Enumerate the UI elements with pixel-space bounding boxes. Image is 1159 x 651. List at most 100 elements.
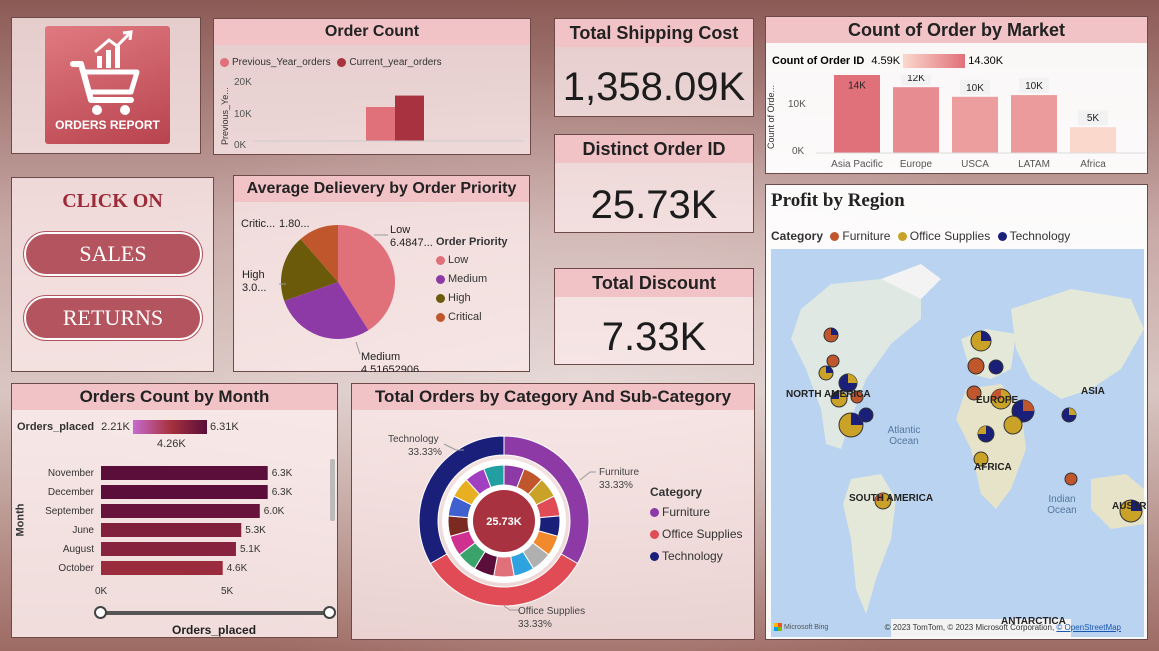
month-bar-june	[101, 523, 242, 537]
category-legend-title: Category	[650, 485, 703, 499]
logo-label: ORDERS REPORT	[55, 118, 160, 132]
region-panel: Profit by Region Category Furniture Offi…	[765, 184, 1148, 640]
market-ylabel: Count of Orde...	[766, 84, 776, 149]
month-tick-5k: 5K	[221, 586, 234, 597]
total-discount-title: Total Discount	[555, 269, 753, 297]
slider-handle-left[interactable]	[94, 606, 107, 619]
bing-label: Microsoft Bing	[783, 623, 829, 631]
priority-label-name: Medium	[361, 351, 400, 363]
month-category-label: August	[63, 544, 94, 555]
month-bar-october	[101, 561, 223, 575]
region-legend-title: Category	[771, 229, 824, 243]
bing-logo: Microsoft Bing	[774, 623, 828, 631]
market-gradient-label: Count of Order ID	[772, 54, 865, 67]
month-data-label: 5.1K	[240, 544, 261, 555]
legend-furniture: Furniture	[842, 229, 891, 243]
furniture-name: Furniture	[599, 467, 640, 478]
category-title: Total Orders by Category And Sub-Categor…	[352, 384, 754, 410]
market-data-label: 12K	[907, 75, 925, 84]
market-tick-10k: 10K	[788, 99, 806, 110]
market-category-label: Europe	[900, 159, 933, 170]
priority-label-name: High	[242, 269, 265, 281]
market-gradient-bar	[903, 54, 966, 68]
sales-button[interactable]: SALES	[24, 232, 202, 276]
order-count-tick-10k: 10K	[234, 109, 252, 120]
month-gradient-mid: 4.26K	[157, 438, 186, 450]
priority-label-value: 4.51652906...	[361, 364, 428, 372]
market-data-label: 10K	[1025, 81, 1043, 92]
category-label-furniture: Furniture 33.33%	[599, 466, 639, 492]
label-australia: AUSTR	[1112, 501, 1147, 512]
month-xlabel: Orders_placed	[172, 623, 257, 637]
furniture-pct: 33.33%	[599, 480, 633, 491]
month-data-label: 4.6K	[227, 563, 248, 574]
order-count-title: Order Count	[214, 19, 530, 45]
month-data-label: 6.3K	[272, 468, 293, 479]
map-attribution: © 2023 TomTom, © 2023 Microsoft Corporat…	[885, 623, 1121, 632]
legend-office-supplies: Office Supplies	[909, 229, 991, 243]
market-panel: Count of Order by Market Count of Order …	[765, 16, 1148, 174]
priority-legend: Order Priority Low Medium High Critical	[436, 236, 508, 323]
priority-label-value: 3.0...	[242, 282, 266, 294]
legend-current-year: Current_year_orders	[349, 57, 442, 68]
order-count-panel: Order Count Previous_Year_orders Current…	[213, 18, 531, 155]
market-bar-latam	[1011, 95, 1057, 153]
category-leader-line	[579, 471, 596, 481]
nav-panel: CLICK ON SALES RETURNS	[11, 177, 214, 372]
month-gradient-bar	[132, 420, 207, 434]
month-category-label: June	[72, 525, 94, 536]
month-chart: November 6.3K December 6.3K September 6.0K Jun…	[45, 466, 293, 575]
market-category-label: Africa	[1080, 159, 1106, 170]
distinct-order-card: Distinct Order ID 25.73K	[554, 134, 754, 233]
world-map[interactable]	[771, 249, 1144, 637]
logo-panel: ORDERS REPORT	[11, 17, 201, 154]
label-indian: Indian Ocean	[1047, 494, 1077, 516]
market-tick-0k: 0K	[792, 146, 805, 157]
distinct-order-title: Distinct Order ID	[555, 135, 753, 163]
priority-title: Average Delievery by Order Priority	[234, 176, 529, 202]
legend-medium: Medium	[448, 273, 488, 285]
market-gradient-max: 14.30K	[968, 54, 1004, 67]
priority-label-name: Low	[390, 224, 410, 236]
legend-low: Low	[448, 254, 469, 266]
market-title: Count of Order by Market	[766, 17, 1147, 43]
order-count-chart	[254, 95, 524, 142]
month-scrollbar[interactable]	[330, 459, 335, 521]
legend-previous-year: Previous_Year_orders	[232, 57, 331, 68]
order-count-tick-20k: 20K	[234, 77, 252, 88]
total-discount-card: Total Discount 7.33K	[554, 268, 754, 365]
market-category-label: LATAM	[1018, 159, 1050, 170]
attribution-text: © 2023 TomTom, © 2023 Microsoft Corporat…	[884, 623, 1055, 632]
returns-button[interactable]: RETURNS	[24, 296, 202, 340]
region-legend: Category Furniture Office Supplies Techn…	[771, 229, 1070, 243]
office-pct: 33.33%	[518, 619, 552, 630]
category-label-office: Office Supplies 33.33%	[518, 605, 585, 631]
priority-label-name: Critic...	[241, 218, 275, 230]
market-category-label: Asia Pacific	[831, 159, 883, 170]
label-europe: EUROPE	[976, 395, 1019, 406]
cat-legend-office: Office Supplies	[662, 527, 743, 541]
month-category-label: December	[48, 487, 95, 498]
month-tick-0k: 0K	[95, 586, 108, 597]
month-title: Orders Count by Month	[12, 384, 337, 410]
priority-panel: Average Delievery by Order Priority Low 6…	[233, 175, 530, 372]
month-gradient-min: 2.21K	[101, 420, 130, 433]
month-gradient-label: Orders_placed	[17, 420, 95, 433]
category-legend: Category Furniture Office Supplies Techn…	[650, 485, 743, 563]
label-africa: AFRICA	[974, 462, 1012, 473]
logo-tile[interactable]: ORDERS REPORT	[45, 26, 170, 144]
nav-title: CLICK ON	[62, 190, 163, 212]
cat-legend-technology: Technology	[662, 549, 723, 563]
order-count-ylabel: Previous_Ye...	[220, 87, 230, 145]
openstreetmap-link[interactable]: © OpenStreetMap	[1056, 623, 1121, 632]
market-bar-africa	[1070, 127, 1116, 153]
month-range-slider[interactable]	[94, 606, 336, 619]
month-gradient-max: 6.31K	[209, 420, 239, 433]
priority-label-value: 6.4847...	[390, 237, 433, 249]
slider-handle-right[interactable]	[323, 606, 336, 619]
legend-technology: Technology	[1009, 229, 1071, 243]
month-panel: Orders Count by Month Orders_placed 2.21…	[11, 383, 338, 638]
market-chart: 14K Asia Pacific 12K Europe 10K USCA 10K LATAM 5…	[816, 75, 1146, 170]
market-data-label: 14K	[848, 81, 866, 92]
market-data-label: 5K	[1087, 113, 1100, 124]
